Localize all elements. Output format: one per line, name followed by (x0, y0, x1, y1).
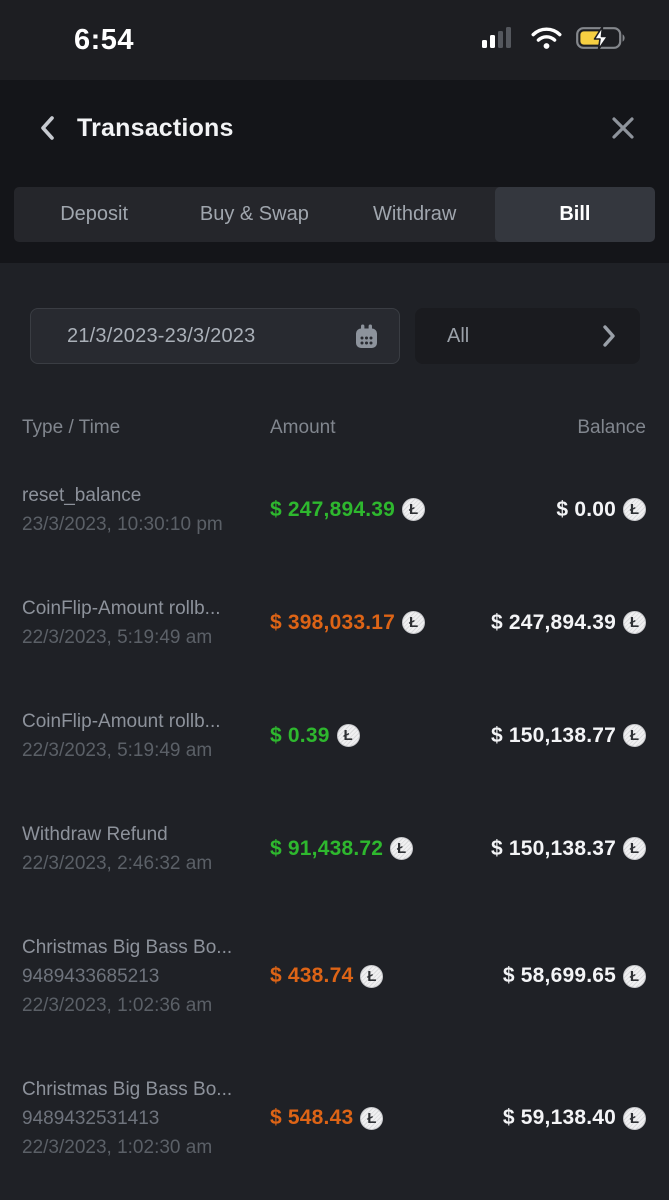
table-row: reset_balance23/3/2023, 10:30:10 pm $ 24… (0, 453, 669, 566)
header-section: Transactions Deposit Buy & Swap Withdraw… (0, 80, 669, 263)
category-select[interactable]: All (415, 308, 640, 364)
tx-amount-value: $ 548.43 (270, 1106, 353, 1130)
ltc-coin-icon: Ł (360, 965, 383, 988)
tx-amount-value: $ 91,438.72 (270, 837, 383, 861)
table-row: CoinFlip-Amount rollb...22/3/2023, 5:19:… (0, 566, 669, 679)
tx-type-time: Withdraw Refund22/3/2023, 2:46:32 am (22, 820, 270, 878)
battery-charging-icon (576, 25, 627, 56)
tx-time: 23/3/2023, 10:30:10 pm (22, 510, 270, 539)
ltc-coin-icon: Ł (360, 1107, 383, 1130)
tx-amount-cell: $ 91,438.72 Ł (270, 837, 491, 861)
app-screen: 6:54 (0, 0, 669, 1200)
ltc-coin-icon: Ł (623, 498, 646, 521)
tab-label: Buy & Swap (200, 203, 309, 226)
table-header: Type / Time Amount Balance (0, 417, 669, 439)
tx-balance-value: $ 150,138.77 (491, 724, 616, 748)
ltc-coin-icon: Ł (623, 837, 646, 860)
status-time: 6:54 (74, 24, 134, 57)
ltc-coin-icon: Ł (623, 724, 646, 747)
tx-time: 22/3/2023, 2:46:32 am (22, 849, 270, 878)
tx-amount-cell: $ 247,894.39 Ł (270, 498, 556, 522)
tx-amount-value: $ 247,894.39 (270, 498, 395, 522)
tx-id: 9489432531413 (22, 1104, 270, 1133)
ltc-coin-icon: Ł (623, 965, 646, 988)
tx-time: 22/3/2023, 5:19:49 am (22, 736, 270, 765)
tx-amount-value: $ 0.39 (270, 724, 330, 748)
table-row: Christmas Big Bass Bo...948943368521322/… (0, 905, 669, 1047)
ltc-coin-icon: Ł (623, 611, 646, 634)
table-row: Withdraw Refund22/3/2023, 2:46:32 am $ 9… (0, 792, 669, 905)
tx-balance-value: $ 0.00 (556, 498, 616, 522)
tx-amount-value: $ 438.74 (270, 964, 353, 988)
transactions-list[interactable]: reset_balance23/3/2023, 10:30:10 pm $ 24… (0, 453, 669, 1189)
table-row: CoinFlip-Amount rollb...22/3/2023, 5:19:… (0, 679, 669, 792)
tx-amount-cell: $ 438.74 Ł (270, 964, 503, 988)
content: 21/3/2023-23/3/2023 A (0, 263, 669, 1200)
ltc-coin-icon: Ł (402, 498, 425, 521)
page-title: Transactions (77, 114, 234, 143)
tx-time: 22/3/2023, 5:19:49 am (22, 623, 270, 652)
status-bar: 6:54 (0, 0, 669, 80)
tab-buy-swap[interactable]: Buy & Swap (174, 187, 334, 242)
tx-balance-value: $ 59,138.40 (503, 1106, 616, 1130)
tx-type-time: CoinFlip-Amount rollb...22/3/2023, 5:19:… (22, 594, 270, 652)
ltc-coin-icon: Ł (390, 837, 413, 860)
tx-time: 22/3/2023, 1:02:30 am (22, 1133, 270, 1162)
date-range-value: 21/3/2023-23/3/2023 (67, 325, 255, 348)
column-header-type-time: Type / Time (22, 417, 270, 439)
calendar-icon (353, 323, 380, 350)
tx-balance-cell: $ 247,894.39 Ł (491, 611, 646, 635)
tx-type-time: Christmas Big Bass Bo...948943253141322/… (22, 1075, 270, 1162)
nav-row: Transactions (0, 99, 669, 157)
tx-balance-cell: $ 59,138.40 Ł (503, 1106, 646, 1130)
column-header-amount: Amount (270, 417, 577, 439)
tx-amount-cell: $ 548.43 Ł (270, 1106, 503, 1130)
tx-amount-value: $ 398,033.17 (270, 611, 395, 635)
tx-amount-cell: $ 0.39 Ł (270, 724, 491, 748)
tx-type: Christmas Big Bass Bo... (22, 1075, 270, 1104)
tx-type-time: Christmas Big Bass Bo...948943368521322/… (22, 933, 270, 1020)
date-range-input[interactable]: 21/3/2023-23/3/2023 (30, 308, 400, 364)
close-icon[interactable] (608, 113, 638, 143)
tx-balance-cell: $ 58,699.65 Ł (503, 964, 646, 988)
tx-time: 22/3/2023, 1:02:36 am (22, 991, 270, 1020)
tx-type: reset_balance (22, 481, 270, 510)
tx-type: Christmas Big Bass Bo... (22, 933, 270, 962)
tx-type: CoinFlip-Amount rollb... (22, 594, 270, 623)
tab-withdraw[interactable]: Withdraw (335, 187, 495, 242)
tx-type: Withdraw Refund (22, 820, 270, 849)
tx-balance-value: $ 247,894.39 (491, 611, 616, 635)
tx-amount-cell: $ 398,033.17 Ł (270, 611, 491, 635)
tx-balance-value: $ 150,138.37 (491, 837, 616, 861)
tx-id: 9489433685213 (22, 962, 270, 991)
filter-row: 21/3/2023-23/3/2023 A (30, 308, 640, 364)
tx-type: CoinFlip-Amount rollb... (22, 707, 270, 736)
ltc-coin-icon: Ł (623, 1107, 646, 1130)
tab-label: Deposit (60, 203, 128, 226)
tx-balance-cell: $ 0.00 Ł (556, 498, 646, 522)
tab-label: Bill (559, 203, 590, 226)
tab-deposit[interactable]: Deposit (14, 187, 174, 242)
ltc-coin-icon: Ł (402, 611, 425, 634)
back-button[interactable] (32, 113, 62, 143)
tab-bar: Deposit Buy & Swap Withdraw Bill (14, 187, 655, 242)
wifi-icon (530, 26, 563, 55)
tab-bill[interactable]: Bill (495, 187, 655, 242)
chevron-right-icon (603, 325, 616, 347)
column-header-balance: Balance (577, 417, 646, 439)
tx-balance-value: $ 58,699.65 (503, 964, 616, 988)
tx-balance-cell: $ 150,138.37 Ł (491, 837, 646, 861)
table-row: Christmas Big Bass Bo...948943253141322/… (0, 1047, 669, 1189)
ltc-coin-icon: Ł (337, 724, 360, 747)
tx-type-time: reset_balance23/3/2023, 10:30:10 pm (22, 481, 270, 539)
status-icons (482, 25, 627, 56)
cellular-signal-icon (482, 26, 517, 54)
tab-label: Withdraw (373, 203, 456, 226)
category-value: All (447, 325, 469, 348)
tx-type-time: CoinFlip-Amount rollb...22/3/2023, 5:19:… (22, 707, 270, 765)
tx-balance-cell: $ 150,138.77 Ł (491, 724, 646, 748)
